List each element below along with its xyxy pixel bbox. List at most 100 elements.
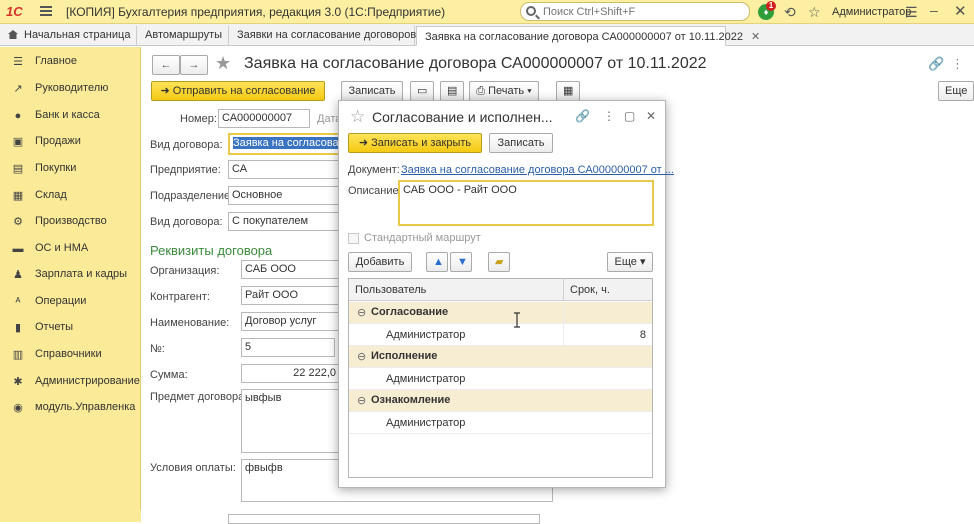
org-field[interactable]: САБ ООО [241, 260, 340, 279]
name-label: Наименование: [150, 317, 230, 329]
current-user[interactable]: Администратор [832, 6, 911, 18]
sum-field[interactable]: 22 222,0 [241, 364, 340, 383]
sidebar-item-assets[interactable]: ▬ ОС и НМА [0, 236, 141, 262]
group-row-execution[interactable]: ⊖ Исполнение [349, 346, 652, 368]
group-row-familiarization[interactable]: ⊖ Ознакомление [349, 390, 652, 412]
forward-button[interactable]: → [180, 55, 208, 75]
contractor-label: Контрагент: [150, 291, 210, 303]
dialog-link-icon[interactable]: 🔗 [575, 109, 590, 123]
table-row[interactable]: Администратор [349, 368, 652, 390]
sidebar-item-reports[interactable]: ▮ Отчеты [0, 315, 141, 341]
dialog-save-button[interactable]: Записать [489, 133, 553, 153]
description-field[interactable]: САБ ООО - Райт ООО [398, 180, 654, 226]
grid-header: Пользователь Срок, ч. [349, 279, 652, 301]
structure-icon[interactable]: ▦ [556, 81, 580, 101]
contract-type-label: Вид договора: [150, 216, 223, 228]
dialog-star-icon[interactable]: ☆ [350, 107, 365, 127]
history-icon[interactable]: ⟲ [784, 4, 796, 21]
home-icon [8, 30, 18, 39]
dialog-maximize-icon[interactable]: ▢ [624, 109, 635, 123]
gear-icon: ✱ [13, 376, 23, 388]
sidebar-bottom [0, 510, 141, 522]
send-approval-button[interactable]: ➜ Отправить на согласование [151, 81, 325, 101]
col-user[interactable]: Пользователь [355, 284, 426, 296]
factory-icon: ⚙ [13, 216, 23, 228]
number-label: Номер: [180, 113, 217, 125]
subject-label: Предмет договора: [150, 391, 248, 403]
partial-field[interactable] [228, 514, 540, 524]
favorites-icon[interactable]: ☆ [808, 4, 821, 21]
more-button[interactable]: Еще [938, 81, 974, 101]
search-input[interactable] [541, 4, 741, 19]
contract-number-field[interactable]: 5 [241, 338, 335, 357]
col-term[interactable]: Срок, ч. [563, 279, 616, 301]
sum-label: Сумма: [150, 369, 188, 381]
group-row-approval[interactable]: ⊖ Согласование [349, 302, 652, 324]
sidebar-item-admin[interactable]: ✱ Администрирование [0, 369, 141, 395]
org-label: Организация: [150, 265, 220, 277]
collapse-icon[interactable]: ⊖ [357, 350, 366, 363]
dialog-more-button[interactable]: Еще ▾ [607, 252, 653, 272]
table-row[interactable]: Администратор [349, 412, 652, 434]
sidebar-item-main[interactable]: ☰ Главное [0, 49, 141, 75]
sidebar-item-warehouse[interactable]: ▦ Склад [0, 183, 141, 209]
tab-close-icon[interactable]: ✕ [751, 31, 760, 43]
contractor-field[interactable]: Райт ООО [241, 286, 340, 305]
sidebar-item-directories[interactable]: ▥ Справочники [0, 342, 141, 368]
subject-field[interactable]: ывфыв [241, 389, 340, 453]
tab-automarshruty[interactable]: Автомаршруты [137, 26, 229, 46]
print-button[interactable]: ⎙ Печать ▾ [469, 81, 539, 101]
division-label: Подразделение: [150, 190, 234, 202]
tab-requests-list[interactable]: Заявки на согласование договоров [229, 26, 416, 46]
sidebar-item-sales[interactable]: ▣ Продажи [0, 129, 141, 155]
contract-kind-field[interactable]: Заявка на согласование [228, 133, 340, 155]
document-link[interactable]: Заявка на согласование договора СА000000… [401, 164, 674, 176]
close-icon[interactable]: ✕ [954, 2, 967, 20]
standard-route-label: Стандартный маршрут [364, 232, 481, 244]
enterprise-field[interactable]: СА [228, 160, 340, 179]
module-icon: ◉ [13, 402, 23, 414]
save-button[interactable]: Записать [341, 81, 403, 101]
sidebar-item-module[interactable]: ◉ модуль.Управленка [0, 395, 141, 421]
favorite-star-icon[interactable]: ★ [215, 53, 231, 74]
standard-route-checkbox[interactable] [348, 233, 359, 244]
arrow-left-icon: ← [160, 59, 172, 71]
add-folder-button[interactable]: ▰ [488, 252, 510, 272]
collapse-icon[interactable]: ⊖ [357, 306, 366, 319]
back-button[interactable]: ← [152, 55, 180, 75]
sidebar-item-production[interactable]: ⚙ Производство [0, 209, 141, 235]
dialog-close-icon[interactable]: ✕ [646, 109, 656, 123]
add-button[interactable]: Добавить [348, 252, 412, 272]
dialog-more-icon[interactable]: ⋮ [603, 109, 615, 123]
tab-home[interactable]: Начальная страница [0, 26, 137, 46]
move-down-button[interactable]: ▼ [450, 252, 472, 272]
main-menu-icon[interactable] [40, 6, 52, 16]
tab-request-doc[interactable]: Заявка на согласование договора СА000000… [416, 26, 760, 46]
collapse-icon[interactable]: ⊖ [357, 394, 366, 407]
sidebar-item-operations[interactable]: ᴬ Операции [0, 289, 141, 315]
section-title: Реквизиты договора [150, 243, 273, 258]
save-close-button[interactable]: ➜ Записать и закрыть [348, 133, 482, 153]
description-label: Описание: [348, 185, 402, 197]
sidebar-item-purchases[interactable]: ▤ Покупки [0, 156, 141, 182]
search-box[interactable] [520, 2, 750, 21]
sidebar-item-manager[interactable]: ↗ Руководителю [0, 76, 141, 102]
more-icon[interactable]: ⋮ [951, 56, 964, 72]
arrow-right-icon: → [188, 59, 200, 71]
post-icon[interactable]: ▭ [410, 81, 434, 101]
division-field[interactable]: Основное [228, 186, 340, 205]
settings-menu-icon[interactable]: ☰ [905, 4, 918, 21]
people-icon: ♟ [13, 269, 23, 281]
sidebar-item-payroll[interactable]: ♟ Зарплата и кадры [0, 262, 141, 288]
search-icon [526, 6, 536, 16]
number-field[interactable]: СА000000007 [218, 109, 310, 128]
link-icon[interactable]: 🔗 [928, 56, 944, 72]
sidebar-item-bank[interactable]: ● Банк и касса [0, 103, 141, 129]
table-row[interactable]: Администратор 8 [349, 324, 652, 346]
move-up-button[interactable]: ▲ [426, 252, 448, 272]
contract-type-field[interactable]: С покупателем [228, 212, 340, 231]
document-icon[interactable]: ▤ [440, 81, 464, 101]
name-field[interactable]: Договор услуг [241, 312, 340, 331]
contract-kind-label: Вид договора: [150, 139, 223, 151]
minimize-icon[interactable]: – [930, 2, 938, 18]
